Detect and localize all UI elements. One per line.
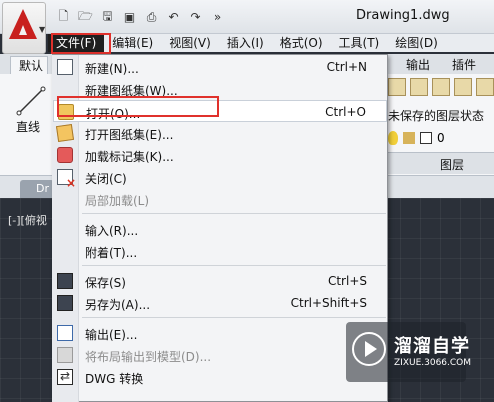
menu-separator xyxy=(82,265,386,266)
save-icon xyxy=(57,273,73,289)
play-icon xyxy=(352,332,386,366)
file-menu-load-markup-set[interactable]: 加载标记集(K)... xyxy=(53,144,387,166)
menu-edit[interactable]: 编辑(E) xyxy=(104,34,161,52)
file-menu-import[interactable]: 输入(R)... xyxy=(53,218,387,240)
application-menu-button[interactable]: ▼ xyxy=(2,2,46,54)
line-icon xyxy=(16,86,46,116)
ribbon-tab-output[interactable]: 输出 xyxy=(406,56,430,74)
file-menu-close[interactable]: 关闭(C) xyxy=(53,166,387,190)
print-icon[interactable]: ⎙ xyxy=(142,8,161,26)
layer-dropdown[interactable]: 0 xyxy=(388,131,445,145)
open-icon[interactable]: 🗁 xyxy=(76,8,95,26)
file-menu-highlight-frame xyxy=(51,33,111,54)
document-tab[interactable]: Dr xyxy=(20,180,54,198)
watermark-subtext: ZIXUE.3066.COM xyxy=(394,358,472,368)
save-icon[interactable]: 🖫 xyxy=(98,8,117,26)
menu-draw[interactable]: 绘图(D) xyxy=(387,34,446,52)
more-icon[interactable]: » xyxy=(208,8,227,26)
file-menu-new[interactable]: 新建(N)... Ctrl+N xyxy=(53,56,387,78)
menu-separator xyxy=(82,317,386,318)
layer-icon[interactable] xyxy=(476,78,494,96)
layer-name: 0 xyxy=(437,131,445,145)
save-as-icon xyxy=(57,295,73,311)
color-swatch-icon xyxy=(420,132,432,144)
redo-icon[interactable]: ↷ xyxy=(186,8,205,26)
undo-icon[interactable]: ↶ xyxy=(164,8,183,26)
file-menu-save-as[interactable]: 另存为(A)... Ctrl+Shift+S xyxy=(53,292,387,314)
window-title: Drawing1.dwg xyxy=(356,8,450,23)
menu-bar: 文件(F) 编辑(E) 视图(V) 插入(I) 格式(O) 工具(T) 绘图(D… xyxy=(48,34,494,52)
layer-icon[interactable] xyxy=(388,78,406,96)
sheet-set-icon xyxy=(55,123,75,143)
file-menu-save[interactable]: 保存(S) Ctrl+S xyxy=(53,270,387,292)
line-tool-button[interactable]: 直线 xyxy=(8,80,54,140)
ribbon-tab-plugins[interactable]: 插件 xyxy=(452,56,476,74)
line-tool-label: 直线 xyxy=(16,120,41,134)
dwg-convert-icon xyxy=(57,369,73,385)
output-icon xyxy=(57,325,73,341)
menu-format[interactable]: 格式(O) xyxy=(272,34,331,52)
layers-panel-title[interactable]: 图层 xyxy=(440,156,464,173)
close-doc-icon xyxy=(57,169,76,190)
menu-separator xyxy=(82,213,386,214)
open-item-highlight-frame xyxy=(57,96,219,117)
dropdown-arrow-icon: ▼ xyxy=(39,25,46,34)
quick-access-toolbar: 🗋 🗁 🖫 ▣ ⎙ ↶ ↷ » xyxy=(54,8,227,26)
viewport-controls[interactable]: [-][俯视 xyxy=(8,212,47,228)
watermark-text: 溜溜自学 xyxy=(394,336,470,357)
file-menu-open-sheet-set[interactable]: 打开图纸集(E)... xyxy=(53,122,387,144)
menu-view[interactable]: 视图(V) xyxy=(161,34,219,52)
menu-tools[interactable]: 工具(T) xyxy=(331,34,388,52)
ribbon-tab-default[interactable]: 默认 xyxy=(10,56,48,74)
file-menu-export-layout: 将布局输出到模型(D)... xyxy=(53,344,387,366)
menu-insert[interactable]: 插入(I) xyxy=(219,34,272,52)
file-menu-output[interactable]: 输出(E)... xyxy=(53,322,387,344)
new-doc-icon xyxy=(57,59,73,75)
lock-icon xyxy=(403,132,415,144)
save-as-icon[interactable]: ▣ xyxy=(120,8,139,26)
new-icon[interactable]: 🗋 xyxy=(54,8,73,26)
file-menu-attach[interactable]: 附着(T)... xyxy=(53,240,387,262)
layer-icon[interactable] xyxy=(410,78,428,96)
export-layout-icon xyxy=(57,347,73,363)
layer-icon[interactable] xyxy=(432,78,450,96)
lightbulb-icon xyxy=(388,131,398,145)
layer-icon[interactable] xyxy=(454,78,472,96)
markup-set-icon xyxy=(57,147,73,163)
file-menu-dwg-convert[interactable]: DWG 转换 xyxy=(53,366,387,388)
layer-tools xyxy=(388,78,494,96)
file-menu-partial-load: 局部加载(L) xyxy=(85,194,150,208)
layer-state-dropdown[interactable]: 未保存的图层状态 xyxy=(388,107,484,124)
